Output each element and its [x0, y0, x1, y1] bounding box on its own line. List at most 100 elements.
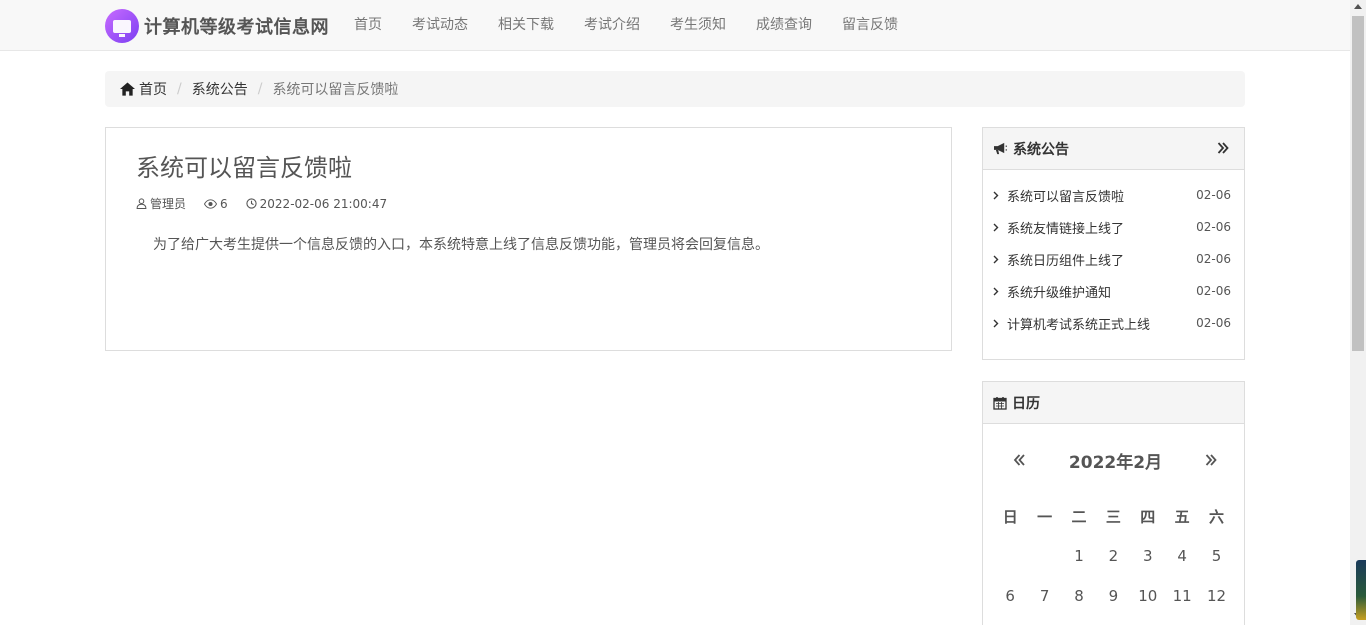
notice-date: 02-06	[1196, 316, 1231, 330]
chevron-right-icon	[993, 255, 999, 263]
calendar-day-empty	[993, 536, 1027, 576]
calendar-day[interactable]: 5	[1199, 536, 1233, 576]
calendar-day[interactable]: 17	[1131, 616, 1165, 625]
author-name: 管理员	[150, 197, 187, 211]
chevron-right-icon	[993, 287, 999, 295]
calendar-day[interactable]: 7	[1027, 576, 1061, 616]
calendar-day[interactable]: 18	[1165, 616, 1199, 625]
chevron-right-icon	[993, 319, 999, 327]
nav-item-home[interactable]: 首页	[339, 0, 397, 51]
list-item[interactable]: 计算机考试系统正式上线 02-06	[983, 307, 1244, 339]
list-item[interactable]: 系统友情链接上线了 02-06	[983, 211, 1244, 243]
floating-widget-tab[interactable]	[1356, 560, 1366, 620]
calendar-day[interactable]: 15	[1062, 616, 1096, 625]
list-item[interactable]: 系统可以留言反馈啦 02-06	[983, 179, 1244, 211]
page-scrollbar[interactable]	[1350, 0, 1366, 625]
calendar-day[interactable]: 11	[1165, 576, 1199, 616]
weekday-label: 三	[1105, 507, 1121, 526]
calendar-day-today[interactable]: 14	[1027, 616, 1061, 625]
notice-date: 02-06	[1196, 284, 1231, 298]
calendar-panel-heading: 日历	[983, 382, 1244, 424]
calendar-day[interactable]: 9	[1096, 576, 1130, 616]
list-item[interactable]: 系统日历组件上线了 02-06	[983, 243, 1244, 275]
double-chevron-right-icon[interactable]	[1217, 141, 1229, 155]
monitor-icon	[105, 9, 139, 43]
article-author: 管理员	[136, 195, 186, 212]
calendar-day[interactable]: 8	[1062, 576, 1096, 616]
calendar-month-header: 2022年2月	[983, 424, 1244, 496]
views-count: 6	[220, 196, 228, 211]
breadcrumb-separator: /	[257, 81, 263, 97]
weekday-label: 四	[1140, 507, 1156, 526]
article-datetime: 2022-02-06 21:00:47	[246, 197, 387, 211]
notice-date: 02-06	[1196, 252, 1231, 266]
top-navbar: 计算机等级考试信息网 首页 考试动态 相关下载 考试介绍 考生须知 成绩查询 留…	[0, 0, 1350, 51]
notice-title: 系统友情链接上线了	[1007, 221, 1125, 237]
publish-datetime: 2022-02-06 21:00:47	[259, 196, 388, 211]
weekday-label: 五	[1174, 507, 1190, 526]
calendar-month-label: 2022年2月	[1068, 452, 1163, 473]
megaphone-icon	[994, 142, 1007, 155]
notice-title: 系统可以留言反馈啦	[1007, 189, 1125, 205]
scrollbar-thumb[interactable]	[1352, 16, 1364, 351]
chevron-right-icon	[993, 223, 999, 231]
calendar-day[interactable]: 1	[1062, 536, 1096, 576]
weekday-label: 日	[1002, 507, 1018, 526]
calendar-day[interactable]: 6	[993, 576, 1027, 616]
double-chevron-right-icon	[1205, 454, 1217, 466]
notice-panel: 系统公告 系统可以留言反馈啦 02-06 系统友情链接上线了 02-06 系统日…	[982, 127, 1245, 360]
calendar-icon	[993, 396, 1007, 410]
main-nav: 首页 考试动态 相关下载 考试介绍 考生须知 成绩查询 留言反馈	[339, 0, 913, 51]
next-month-button[interactable]	[1205, 453, 1218, 467]
list-item[interactable]: 系统升级维护通知 02-06	[983, 275, 1244, 307]
nav-item-candidate-notice[interactable]: 考生须知	[655, 0, 741, 51]
breadcrumb-home-label: 首页	[139, 82, 167, 98]
notice-title: 计算机考试系统正式上线	[1007, 317, 1151, 333]
weekday-label: 一	[1037, 507, 1053, 526]
breadcrumb-section[interactable]: 系统公告	[192, 79, 248, 99]
calendar-day[interactable]: 2	[1096, 536, 1130, 576]
user-icon	[136, 198, 147, 209]
breadcrumb-separator: /	[177, 81, 182, 97]
calendar-grid: 日 一 二 三 四 五 六 1 2 3 4 5 6 7 8 9 10 11 12…	[983, 496, 1244, 625]
calendar-day[interactable]: 16	[1096, 616, 1130, 625]
notice-title: 系统日历组件上线了	[1007, 253, 1125, 269]
calendar-day[interactable]: 4	[1165, 536, 1199, 576]
calendar-day[interactable]: 13	[993, 616, 1027, 625]
calendar-day[interactable]: 19	[1199, 616, 1233, 625]
article-meta: 管理员 6 2022-02-06 21:00:47	[136, 195, 405, 212]
double-chevron-left-icon	[1013, 454, 1025, 466]
notice-list: 系统可以留言反馈啦 02-06 系统友情链接上线了 02-06 系统日历组件上线…	[983, 170, 1244, 339]
prev-month-button[interactable]	[1013, 453, 1026, 467]
brand[interactable]: 计算机等级考试信息网	[105, 9, 329, 43]
nav-item-downloads[interactable]: 相关下载	[483, 0, 569, 51]
nav-item-feedback[interactable]: 留言反馈	[827, 0, 913, 51]
article-panel: 系统可以留言反馈啦 管理员 6 2022-02-06 21:00:47 为了给广…	[105, 127, 952, 351]
home-icon	[120, 82, 135, 96]
notice-heading-label: 系统公告	[1013, 141, 1069, 158]
eye-icon	[204, 198, 218, 209]
breadcrumb-home[interactable]: 首页	[120, 79, 167, 99]
notice-panel-heading: 系统公告	[983, 128, 1244, 170]
nav-item-exam-intro[interactable]: 考试介绍	[569, 0, 655, 51]
scroll-up-arrow-icon[interactable]	[1354, 4, 1362, 9]
calendar-day[interactable]: 3	[1131, 536, 1165, 576]
notice-date: 02-06	[1196, 220, 1231, 234]
article-title: 系统可以留言反馈啦	[136, 154, 352, 182]
nav-item-exam-news[interactable]: 考试动态	[397, 0, 483, 51]
breadcrumb-current: 系统可以留言反馈啦	[272, 82, 399, 98]
clock-icon	[246, 198, 257, 209]
weekday-label: 六	[1209, 507, 1225, 526]
brand-name: 计算机等级考试信息网	[144, 17, 329, 38]
calendar-heading-label: 日历	[1012, 395, 1040, 412]
article-views: 6	[204, 197, 228, 211]
calendar-panel: 日历 2022年2月 日 一 二 三 四 五 六 1 2 3 4 5 6 7 8…	[982, 381, 1245, 625]
calendar-day[interactable]: 12	[1199, 576, 1233, 616]
chevron-right-icon	[993, 191, 999, 199]
breadcrumb: 首页 / 系统公告 / 系统可以留言反馈啦	[105, 71, 1245, 107]
notice-date: 02-06	[1196, 188, 1231, 202]
calendar-day-empty	[1027, 536, 1061, 576]
nav-item-score-query[interactable]: 成绩查询	[741, 0, 827, 51]
calendar-day[interactable]: 10	[1131, 576, 1165, 616]
weekday-label: 二	[1071, 507, 1087, 526]
